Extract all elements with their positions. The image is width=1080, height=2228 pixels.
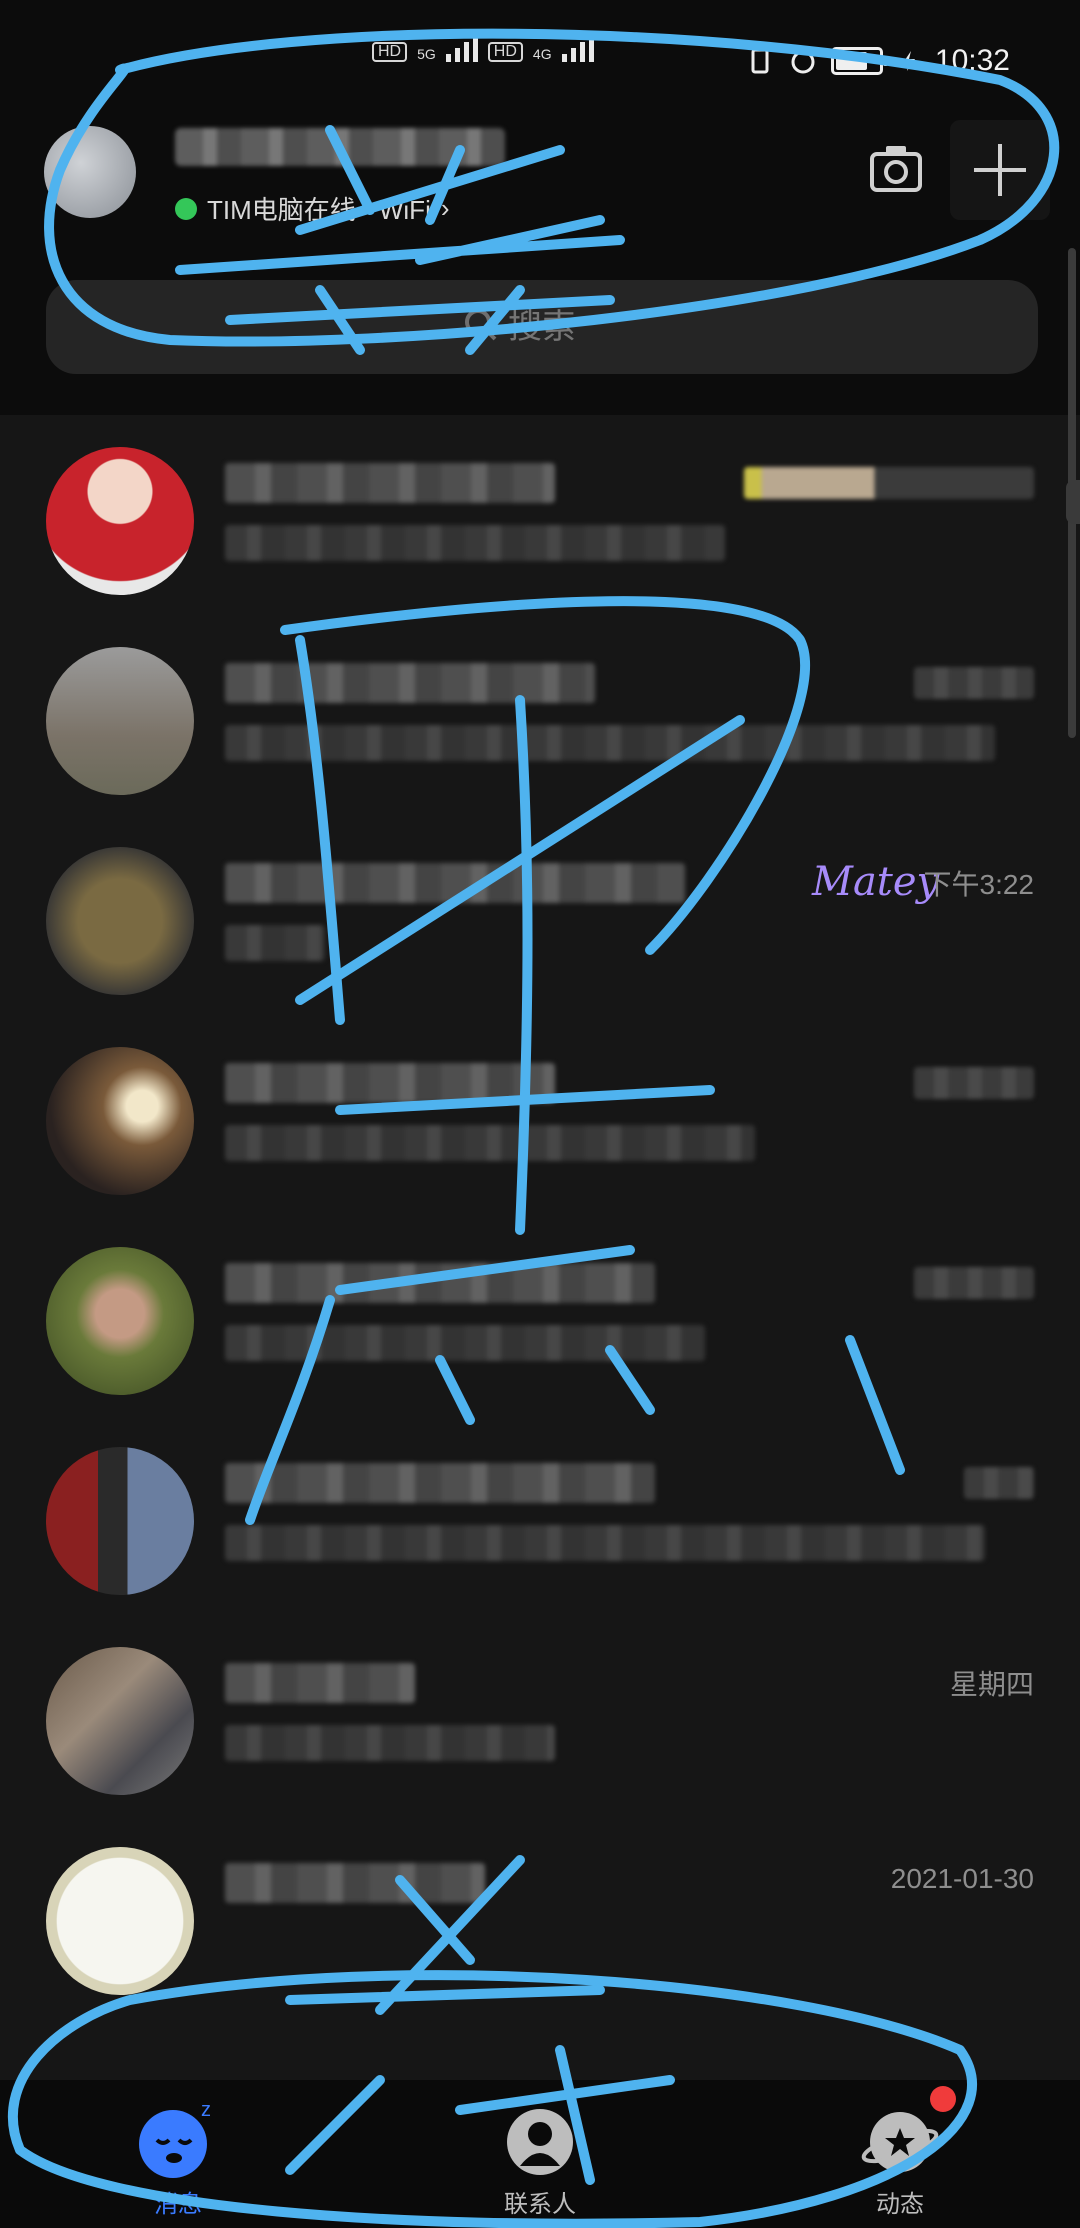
chat-time: 2021-01-30: [890, 1863, 1034, 1894]
chat-name-blurred: [225, 1863, 485, 1903]
chat-name-blurred: [225, 1263, 655, 1303]
tab-messages-label: 消息: [154, 2191, 202, 2218]
chat-name-blurred: [225, 1063, 555, 1103]
chat-time: 下午3:22: [923, 869, 1035, 900]
person-icon: [507, 2109, 573, 2175]
search-input[interactable]: [46, 280, 1038, 374]
avatar: [46, 1247, 194, 1395]
chat-time-blurred: [964, 1467, 1034, 1499]
matey-decoration: Matey: [812, 859, 940, 905]
online-status-label: TIM电脑在线 - WiFi: [207, 195, 431, 225]
chat-time-blurred: [744, 467, 1034, 499]
avatar: [46, 847, 194, 995]
chat-list: Matey 下午3:22 星期四 2021-01-30: [0, 415, 1080, 2065]
chat-preview-blurred: [225, 1325, 705, 1361]
network-indicators: HD 5G HD 4G: [372, 36, 594, 62]
nickname-blurred: [175, 128, 505, 166]
charging-icon: [902, 51, 915, 71]
status-bar: HD 5G HD 4G 10:32: [0, 0, 1080, 90]
avatar: [46, 447, 194, 595]
network-4g-label: 4G: [532, 46, 552, 62]
chat-preview-blurred: [225, 1725, 555, 1761]
network-5g-label: 5G: [417, 46, 436, 62]
chat-item-8[interactable]: 2021-01-30: [0, 1815, 1080, 2015]
edge-handle[interactable]: [1066, 480, 1080, 524]
avatar: [46, 1847, 194, 1995]
tab-contacts[interactable]: 联系人: [440, 2096, 640, 2226]
chevron-right-icon: ›: [440, 193, 450, 223]
chat-item-6[interactable]: [0, 1415, 1080, 1615]
chat-item-4[interactable]: [0, 1015, 1080, 1215]
status-right: 10:32: [745, 44, 1010, 78]
chat-time-blurred: [914, 1267, 1034, 1299]
chat-time-blurred: [914, 667, 1034, 699]
clock: 10:32: [934, 44, 1010, 77]
chat-item-3[interactable]: Matey 下午3:22: [0, 815, 1080, 1015]
tab-contacts-label: 联系人: [504, 2191, 576, 2218]
search-area: [0, 250, 1080, 415]
chat-name-blurred: [225, 463, 555, 503]
chat-time: 星期四: [949, 1669, 1034, 1700]
avatar: [46, 1047, 194, 1195]
chat-name-blurred: [225, 1463, 655, 1503]
avatar: [46, 1647, 194, 1795]
svg-text:z: z: [201, 2099, 211, 2121]
battery-icon: [830, 47, 888, 75]
chat-item-2[interactable]: [0, 615, 1080, 815]
chat-preview-blurred: [225, 725, 995, 761]
chat-item-7[interactable]: 星期四: [0, 1615, 1080, 1815]
bottom-tab-bar: z 消息 联系人 动态: [0, 2080, 1080, 2228]
signal-icon-2: [561, 36, 594, 62]
star-planet-icon: [861, 2112, 939, 2172]
alarm-icon: [791, 50, 815, 74]
sleeping-face-icon: z: [139, 2099, 211, 2178]
chat-time-blurred: [914, 1067, 1034, 1099]
search-icon: [465, 309, 497, 341]
chat-name-blurred: [225, 1663, 415, 1703]
vibrate-icon: [751, 48, 769, 74]
hd-badge-2: HD: [487, 42, 523, 62]
chat-item-1[interactable]: [0, 415, 1080, 615]
online-dot-icon: [175, 197, 197, 220]
chat-preview-blurred: [225, 1525, 985, 1561]
chat-preview-blurred: [225, 525, 725, 561]
app-header: TIM电脑在线 - WiFi ›: [0, 90, 1080, 250]
camera-icon[interactable]: [868, 140, 924, 196]
chat-item-5[interactable]: [0, 1215, 1080, 1415]
tab-messages[interactable]: z 消息: [78, 2096, 278, 2226]
chat-name-blurred: [225, 663, 595, 703]
notification-badge: [930, 2086, 956, 2112]
my-avatar[interactable]: [44, 126, 136, 218]
online-status[interactable]: TIM电脑在线 - WiFi ›: [175, 190, 450, 227]
avatar: [46, 1447, 194, 1595]
hd-badge: HD: [372, 42, 408, 62]
tab-feeds-label: 动态: [876, 2191, 924, 2218]
avatar: [46, 647, 194, 795]
signal-icon: [445, 36, 478, 62]
chat-preview-blurred: [225, 1125, 755, 1161]
chat-preview-blurred: [225, 925, 325, 961]
add-button[interactable]: [950, 120, 1050, 220]
chat-name-blurred: [225, 863, 685, 903]
tab-feeds[interactable]: 动态: [800, 2096, 1000, 2226]
